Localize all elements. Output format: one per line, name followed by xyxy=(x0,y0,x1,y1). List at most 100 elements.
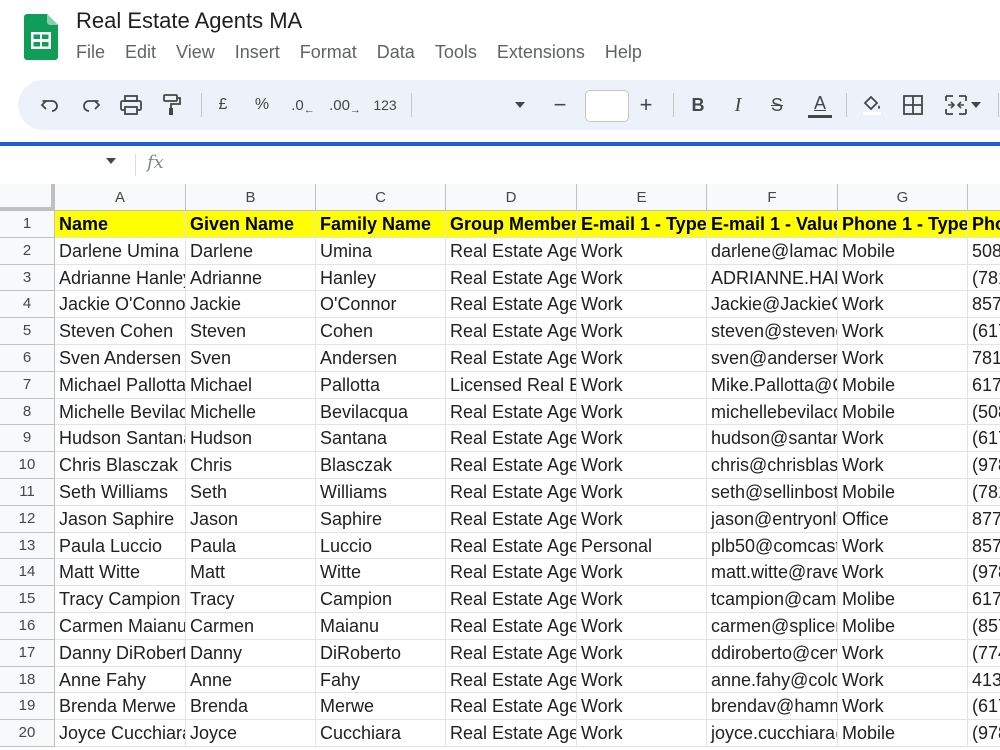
cell-a3[interactable]: Adrianne Hanley xyxy=(55,264,186,292)
currency-icon[interactable]: £ xyxy=(210,80,236,130)
cell-e20[interactable]: Work xyxy=(577,720,707,747)
cell-h17[interactable]: (774 xyxy=(968,640,1000,667)
column-header-b[interactable]: B xyxy=(186,184,316,211)
cell-c19[interactable]: Merwe xyxy=(316,693,446,721)
cell-d15[interactable]: Real Estate Agent xyxy=(446,586,577,613)
cell-d11[interactable]: Real Estate Agent xyxy=(446,479,577,506)
cell-c20[interactable]: Cucchiara xyxy=(316,720,446,747)
cell-a1[interactable]: Name xyxy=(55,211,186,238)
column-header-d[interactable]: D xyxy=(446,184,577,211)
cell-c15[interactable]: Campion xyxy=(316,586,446,613)
cell-g17[interactable]: Work xyxy=(838,639,968,667)
row-number[interactable]: 8 xyxy=(0,398,55,426)
cell-h2[interactable]: 508 xyxy=(968,238,1000,265)
cell-e3[interactable]: Work xyxy=(577,264,707,292)
column-header-c[interactable]: C xyxy=(316,184,446,211)
cell-e17[interactable]: Work xyxy=(577,639,707,667)
cell-a8[interactable]: Michelle Bevilacqua xyxy=(55,398,186,426)
cell-c17[interactable]: DiRoberto xyxy=(316,639,446,667)
cell-d18[interactable]: Real Estate Agent xyxy=(446,666,577,694)
cell-a5[interactable]: Steven Cohen xyxy=(55,318,186,345)
cell-c6[interactable]: Andersen xyxy=(316,345,446,372)
cell-a20[interactable]: Joyce Cucchiara xyxy=(55,720,186,747)
cell-f17[interactable]: ddiroberto@cerv xyxy=(707,639,838,667)
cell-b11[interactable]: Seth xyxy=(186,479,316,506)
cell-d8[interactable]: Real Estate Agent xyxy=(446,398,577,426)
cell-h20[interactable]: (978 xyxy=(968,720,1000,747)
row-number[interactable]: 14 xyxy=(0,559,55,587)
strikethrough-icon[interactable]: S xyxy=(765,80,789,130)
cell-d20[interactable]: Real Estate Agent xyxy=(446,720,577,747)
cell-d14[interactable]: Real Estate Agent xyxy=(446,559,577,587)
menu-file[interactable]: File xyxy=(76,42,105,66)
redo-icon[interactable] xyxy=(77,80,105,130)
menu-format[interactable]: Format xyxy=(300,42,357,66)
cell-d6[interactable]: Real Estate Agent xyxy=(446,345,577,372)
cell-g3[interactable]: Work xyxy=(838,264,968,292)
cell-b18[interactable]: Anne xyxy=(186,666,316,694)
menu-extensions[interactable]: Extensions xyxy=(497,42,585,66)
cell-c11[interactable]: Williams xyxy=(316,479,446,506)
cell-a15[interactable]: Tracy Campion xyxy=(55,586,186,613)
cell-a13[interactable]: Paula Luccio xyxy=(55,532,186,560)
cell-g16[interactable]: Molibe xyxy=(838,613,968,640)
cell-d10[interactable]: Real Estate Agent xyxy=(446,452,577,479)
cell-h11[interactable]: (781 xyxy=(968,479,1000,506)
increase-decimal-icon[interactable]: .00 → xyxy=(328,80,362,130)
cell-a19[interactable]: Brenda Merwe xyxy=(55,693,186,721)
cell-e18[interactable]: Work xyxy=(577,666,707,694)
cell-d4[interactable]: Real Estate Agent xyxy=(446,291,577,319)
merge-cells-icon[interactable] xyxy=(943,80,983,130)
font-size-input[interactable] xyxy=(585,90,629,122)
percent-icon[interactable]: % xyxy=(248,80,276,130)
cell-b15[interactable]: Tracy xyxy=(186,586,316,613)
cell-d2[interactable]: Real Estate Agent xyxy=(446,237,577,265)
italic-icon[interactable]: I xyxy=(726,80,750,130)
cell-e6[interactable]: Work xyxy=(577,345,707,372)
menu-edit[interactable]: Edit xyxy=(125,42,156,66)
cell-g13[interactable]: Work xyxy=(838,532,968,560)
cell-h15[interactable]: 617 xyxy=(968,586,1000,613)
cell-a14[interactable]: Matt Witte xyxy=(55,559,186,587)
cell-b17[interactable]: Danny xyxy=(186,639,316,667)
row-number[interactable]: 5 xyxy=(0,318,55,345)
cell-e13[interactable]: Personal xyxy=(577,532,707,560)
document-title[interactable]: Real Estate Agents MA xyxy=(76,8,302,34)
cell-c3[interactable]: Hanley xyxy=(316,264,446,292)
cell-g7[interactable]: Mobile xyxy=(838,371,968,399)
cell-f8[interactable]: michellebevilacq xyxy=(707,398,838,426)
cell-a4[interactable]: Jackie O'Connor xyxy=(55,291,186,319)
cell-e4[interactable]: Work xyxy=(577,291,707,319)
cell-c16[interactable]: Maianu xyxy=(316,613,446,640)
cell-e7[interactable]: Work xyxy=(577,371,707,399)
cell-f2[interactable]: darlene@lamacc xyxy=(707,237,838,265)
row-number[interactable]: 17 xyxy=(0,639,55,667)
cell-h4[interactable]: 857 xyxy=(968,291,1000,319)
cell-f3[interactable]: ADRIANNE.HAN xyxy=(707,264,838,292)
cell-e9[interactable]: Work xyxy=(577,425,707,453)
cell-c7[interactable]: Pallotta xyxy=(316,371,446,399)
font-size-increase-icon[interactable]: + xyxy=(635,80,657,130)
cell-g18[interactable]: Work xyxy=(838,666,968,694)
formula-input[interactable] xyxy=(180,146,1000,184)
cell-d17[interactable]: Real Estate Agent xyxy=(446,639,577,667)
cell-c2[interactable]: Umina xyxy=(316,237,446,265)
row-number[interactable]: 1 xyxy=(0,211,55,238)
cell-a2[interactable]: Darlene Umina xyxy=(55,237,186,265)
cell-b20[interactable]: Joyce xyxy=(186,720,316,747)
cell-d7[interactable]: Licensed Real Estate xyxy=(446,371,577,399)
cell-h1[interactable]: Phone xyxy=(968,211,1000,238)
row-number[interactable]: 7 xyxy=(0,371,55,399)
cell-f13[interactable]: plb50@comcast xyxy=(707,532,838,560)
cell-b1[interactable]: Given Name xyxy=(186,211,316,238)
cell-e19[interactable]: Work xyxy=(577,693,707,721)
cell-b2[interactable]: Darlene xyxy=(186,237,316,265)
cell-g10[interactable]: Work xyxy=(838,452,968,479)
cell-d1[interactable]: Group Members xyxy=(446,211,577,238)
cell-f20[interactable]: joyce.cucchiara@ xyxy=(707,720,838,747)
cell-e12[interactable]: Work xyxy=(577,505,707,533)
cell-e15[interactable]: Work xyxy=(577,586,707,613)
row-number[interactable]: 20 xyxy=(0,720,55,747)
cell-c13[interactable]: Luccio xyxy=(316,532,446,560)
cell-c1[interactable]: Family Name xyxy=(316,211,446,238)
